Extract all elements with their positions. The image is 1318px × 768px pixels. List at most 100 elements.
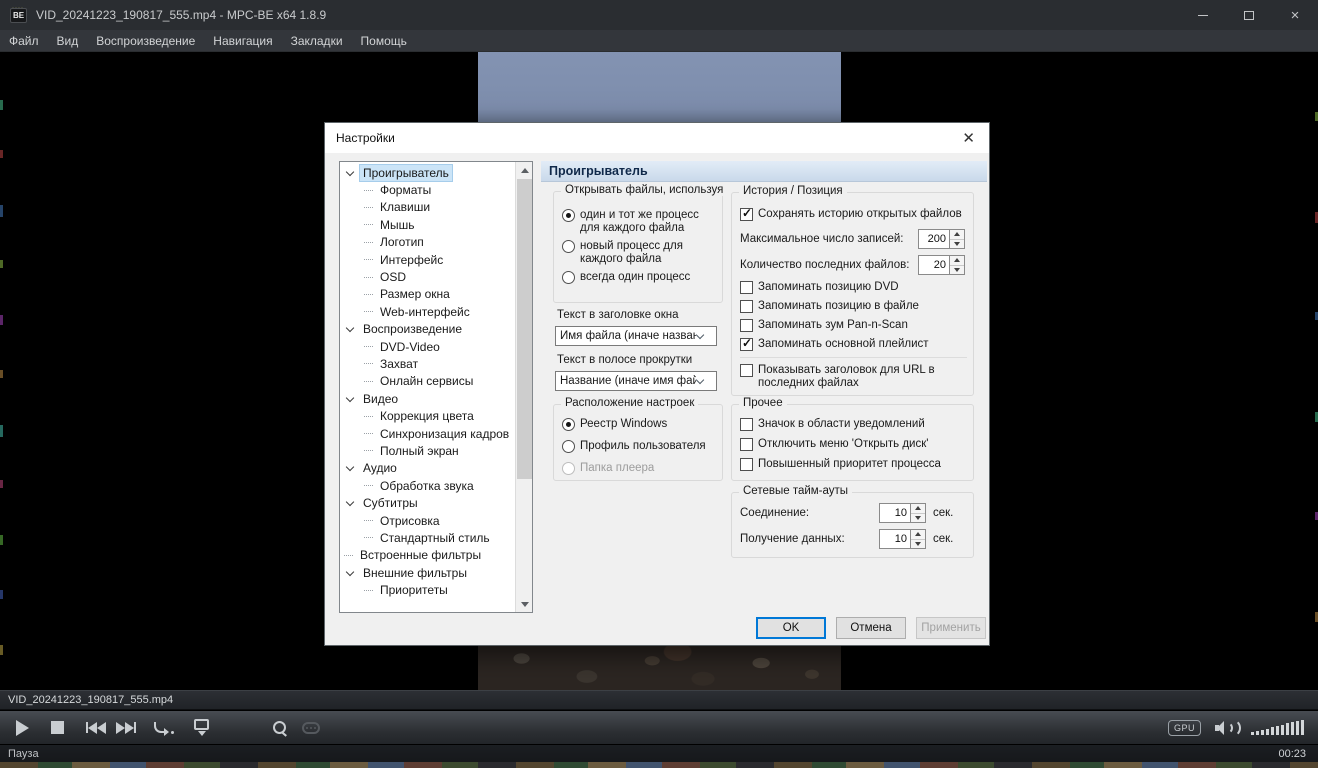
group-history: История / Позиция Сохранять историю откр… [731, 192, 974, 396]
tree-item-video[interactable]: Видео [340, 390, 515, 407]
tree-item-osd[interactable]: OSD [340, 268, 515, 285]
checkbox-disable-open-disc[interactable]: Отключить меню 'Открыть диск' [740, 438, 970, 451]
spin-up-icon[interactable] [950, 256, 964, 266]
tree-item-rendering[interactable]: Отрисовка [340, 512, 515, 529]
radio-new-process[interactable]: новый процесс для каждого файла [562, 240, 718, 266]
dialog-close-icon[interactable]: ✕ [962, 131, 975, 146]
menu-view[interactable]: Вид [48, 30, 88, 51]
tree-item-external-filters[interactable]: Внешние фильтры [340, 564, 515, 581]
volume-slider[interactable] [1251, 720, 1304, 735]
status-bar: Пауза 00:23 [0, 744, 1318, 762]
tree-item-subtitles[interactable]: Субтитры [340, 494, 515, 511]
checkbox-remember-zoom[interactable]: Запоминать зум Pan-n-Scan [740, 319, 970, 332]
checkbox-icon [740, 364, 753, 377]
checkbox-save-history[interactable]: Сохранять историю открытых файлов [740, 208, 970, 221]
tree-item-frame-sync[interactable]: Синхронизация кадров [340, 425, 515, 442]
tree-scrollbar[interactable] [515, 162, 532, 612]
menu-file[interactable]: Файл [0, 30, 48, 51]
minimize-icon [1198, 15, 1208, 16]
menubar: Файл Вид Воспроизведение Навигация Закла… [0, 30, 1318, 52]
next-button[interactable] [116, 722, 136, 734]
maximize-button[interactable] [1226, 0, 1272, 30]
checkbox-show-url-title[interactable]: Показывать заголовок для URL в последних… [740, 364, 960, 390]
video-artifact [0, 315, 3, 325]
tree-item-window-size[interactable]: Размер окна [340, 286, 515, 303]
recent-files-input[interactable] [918, 255, 950, 275]
stop-button[interactable] [51, 721, 64, 734]
tree-item-color-correction[interactable]: Коррекция цвета [340, 407, 515, 424]
bottom-video-strip [0, 762, 1318, 768]
tree-item-playback[interactable]: Воспроизведение [340, 321, 515, 338]
spin-up-icon[interactable] [950, 230, 964, 240]
menu-bookmarks[interactable]: Закладки [282, 30, 352, 51]
group-history-title: История / Позиция [739, 185, 847, 197]
previous-button[interactable] [86, 722, 106, 734]
audio-track-button[interactable] [273, 721, 286, 734]
tree-item-web-interface[interactable]: Web-интерфейс [340, 303, 515, 320]
scrollbar-thumb[interactable] [517, 179, 532, 479]
spin-up-icon[interactable] [911, 530, 925, 540]
play-button[interactable] [16, 720, 29, 736]
spinner-recent-files[interactable] [918, 255, 965, 275]
tree-item-capture[interactable]: Захват [340, 355, 515, 372]
spin-down-icon[interactable] [911, 514, 925, 523]
tree-item-keys[interactable]: Клавиши [340, 199, 515, 216]
tree-item-dvd-video[interactable]: DVD-Video [340, 338, 515, 355]
tree-item-player[interactable]: Проигрыватель [340, 164, 515, 181]
minimize-button[interactable] [1180, 0, 1226, 30]
spin-up-icon[interactable] [911, 504, 925, 514]
combo-window-title-text[interactable]: Имя файла (иначе название [555, 326, 717, 346]
close-button[interactable]: × [1272, 0, 1318, 30]
checkbox-tray-icon[interactable]: Значок в области уведомлений [740, 418, 970, 431]
spinner-connection[interactable] [879, 503, 926, 523]
scroll-up-icon[interactable] [516, 162, 533, 178]
label-seekbar-text: Текст в полосе прокрутки [557, 354, 692, 366]
spinner-receive-data[interactable] [879, 529, 926, 549]
receive-data-input[interactable] [879, 529, 911, 549]
seekbar[interactable]: VID_20241223_190817_555.mp4 [0, 690, 1318, 710]
menu-navigation[interactable]: Навигация [204, 30, 281, 51]
framerate-button[interactable] [194, 719, 209, 736]
checkbox-icon [740, 338, 753, 351]
connection-input[interactable] [879, 503, 911, 523]
tree-item-interface[interactable]: Интерфейс [340, 251, 515, 268]
gpu-badge: GPU [1168, 720, 1201, 736]
subtitles-button[interactable] [302, 722, 320, 734]
radio-registry[interactable]: Реестр Windows [562, 418, 718, 431]
video-artifact [0, 480, 3, 488]
tree-item-internal-filters[interactable]: Встроенные фильтры [340, 547, 515, 564]
chevron-down-icon [696, 376, 704, 384]
checkbox-high-priority[interactable]: Повышенный приоритет процесса [740, 458, 970, 471]
checkbox-remember-playlist[interactable]: Запоминать основной плейлист [740, 338, 970, 351]
spin-down-icon[interactable] [911, 540, 925, 549]
menu-playback[interactable]: Воспроизведение [87, 30, 204, 51]
checkbox-remember-dvd[interactable]: Запоминать позицию DVD [740, 281, 970, 294]
tree-item-audio-processing[interactable]: Обработка звука [340, 477, 515, 494]
radio-single-process[interactable]: всегда один процесс [562, 271, 718, 284]
checkbox-icon [740, 458, 753, 471]
tree-item-formats[interactable]: Форматы [340, 181, 515, 198]
combo-seekbar-text[interactable]: Название (иначе имя файла [555, 371, 717, 391]
spinner-max-records[interactable] [918, 229, 965, 249]
radio-user-profile[interactable]: Профиль пользователя [562, 440, 718, 453]
radio-same-process[interactable]: один и тот же процесс для каждого файла [562, 209, 718, 235]
unit-receive-data: сек. [933, 533, 953, 545]
spin-down-icon[interactable] [950, 266, 964, 275]
scroll-down-icon[interactable] [516, 596, 533, 612]
tree-item-audio[interactable]: Аудио [340, 460, 515, 477]
mute-button[interactable] [1215, 719, 1239, 737]
spin-down-icon[interactable] [950, 240, 964, 249]
menu-help[interactable]: Помощь [352, 30, 416, 51]
tree-item-logo[interactable]: Логотип [340, 234, 515, 251]
max-records-input[interactable] [918, 229, 950, 249]
tree-item-default-style[interactable]: Стандартный стиль [340, 529, 515, 546]
tree-item-mouse[interactable]: Мышь [340, 216, 515, 233]
frame-step-button[interactable] [154, 722, 174, 734]
tree-item-online-services[interactable]: Онлайн сервисы [340, 373, 515, 390]
tree-item-priorities[interactable]: Приоритеты [340, 581, 515, 598]
radio-icon [562, 462, 575, 475]
ok-button[interactable]: OK [756, 617, 826, 639]
tree-item-fullscreen[interactable]: Полный экран [340, 442, 515, 459]
cancel-button[interactable]: Отмена [836, 617, 906, 639]
checkbox-remember-file-position[interactable]: Запоминать позицию в файле [740, 300, 970, 313]
